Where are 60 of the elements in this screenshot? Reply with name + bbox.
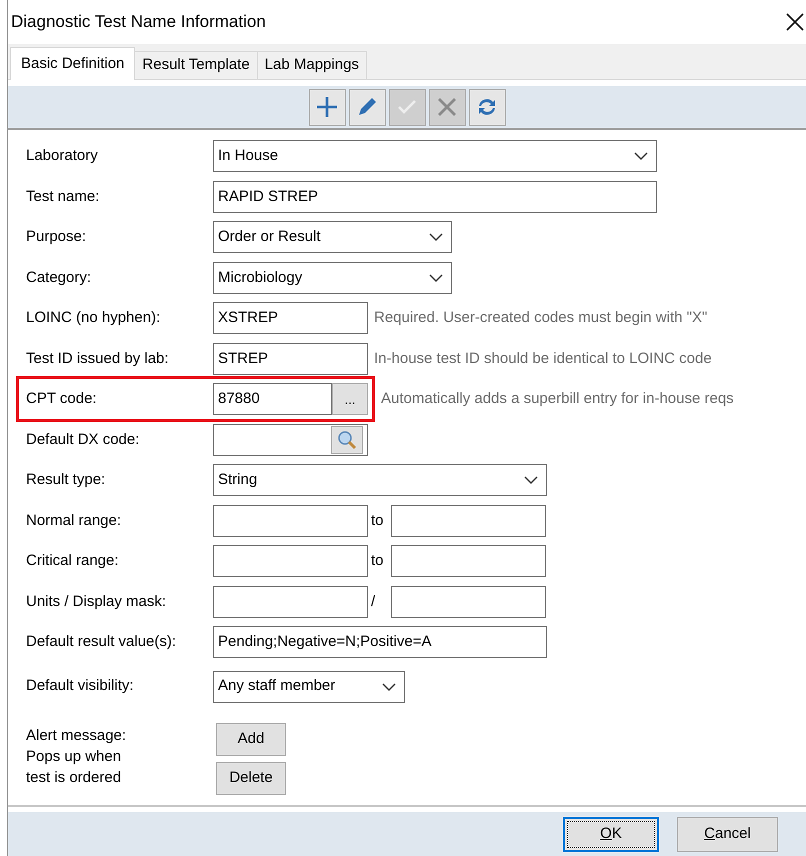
refresh-button[interactable]: [468, 88, 506, 126]
input-field[interactable]: 87880: [213, 383, 332, 416]
field-label: Result type:: [26, 470, 106, 490]
field-label: LOINC (no hyphen):: [26, 308, 162, 328]
dropdown[interactable]: String: [213, 464, 547, 496]
field-label: Default result value(s):: [26, 632, 178, 652]
input-field[interactable]: [213, 545, 368, 578]
input-field[interactable]: XSTREP: [213, 302, 368, 334]
dropdown[interactable]: In House: [213, 140, 657, 172]
window-title: Diagnostic Test Name Information: [11, 11, 266, 34]
chevron-icon: [429, 274, 443, 282]
input-field[interactable]: [213, 586, 368, 618]
tab[interactable]: Lab Mappings: [256, 51, 367, 79]
hint-text: In-house test ID should be identical to LOINC code: [373, 348, 712, 368]
input-field[interactable]: [391, 504, 546, 537]
alert-label: Alert message:: [26, 726, 128, 746]
browse-button[interactable]: ...: [332, 383, 368, 416]
chevron-icon: [634, 152, 648, 160]
alert-label: Pops up when: [26, 746, 122, 766]
lookup-button[interactable]: [331, 426, 363, 454]
field-label: Default DX code:: [26, 430, 140, 450]
field-label: Test ID issued by lab:: [26, 348, 170, 368]
field-label: Category:: [26, 268, 92, 288]
field-label: Laboratory: [26, 146, 99, 166]
separator-label: to: [370, 551, 385, 571]
dialog-button[interactable]: OK: [563, 816, 659, 852]
field-label: Default visibility:: [26, 676, 135, 696]
hint-text: Automatically adds a superbill entry for in-house reqs: [380, 389, 734, 409]
dropdown[interactable]: Microbiology: [213, 262, 452, 294]
separator-label: /: [370, 592, 376, 612]
chevron-icon: [382, 682, 396, 690]
input-field[interactable]: [213, 424, 368, 456]
magnifier-icon: [336, 428, 358, 451]
input-field[interactable]: [391, 586, 546, 618]
dialog-button[interactable]: Cancel: [677, 816, 778, 852]
alert-button[interactable]: Delete: [216, 762, 286, 794]
input-field[interactable]: Pending;Negative=N;Positive=A: [213, 626, 547, 658]
input-field[interactable]: [213, 504, 368, 537]
chevron-icon: [429, 233, 443, 242]
input-field[interactable]: STREP: [213, 342, 368, 375]
dropdown[interactable]: Any staff member: [213, 670, 405, 702]
field-label: Normal range:: [26, 510, 122, 530]
plus-icon: [314, 94, 340, 120]
field-label: CPT code:: [26, 389, 98, 409]
field-label: Critical range:: [26, 551, 120, 571]
plus-button[interactable]: [308, 88, 346, 126]
hint-text: Required. User-created codes must begin with "X": [373, 308, 708, 328]
alert-button[interactable]: Add: [216, 722, 286, 756]
field-label: Units / Display mask:: [26, 592, 168, 612]
field-label: Purpose:: [26, 227, 88, 247]
alert-label: test is ordered: [26, 768, 122, 788]
input-field[interactable]: [391, 545, 546, 578]
dropdown[interactable]: Order or Result: [213, 221, 452, 254]
pencil-button[interactable]: [348, 88, 386, 126]
input-field[interactable]: RAPID STREP: [213, 180, 657, 213]
tab[interactable]: Basic Definition: [10, 47, 136, 80]
field-label: Test name:: [26, 186, 100, 206]
close-icon[interactable]: [786, 13, 804, 31]
separator-label: to: [370, 510, 385, 530]
chevron-icon: [524, 476, 538, 484]
